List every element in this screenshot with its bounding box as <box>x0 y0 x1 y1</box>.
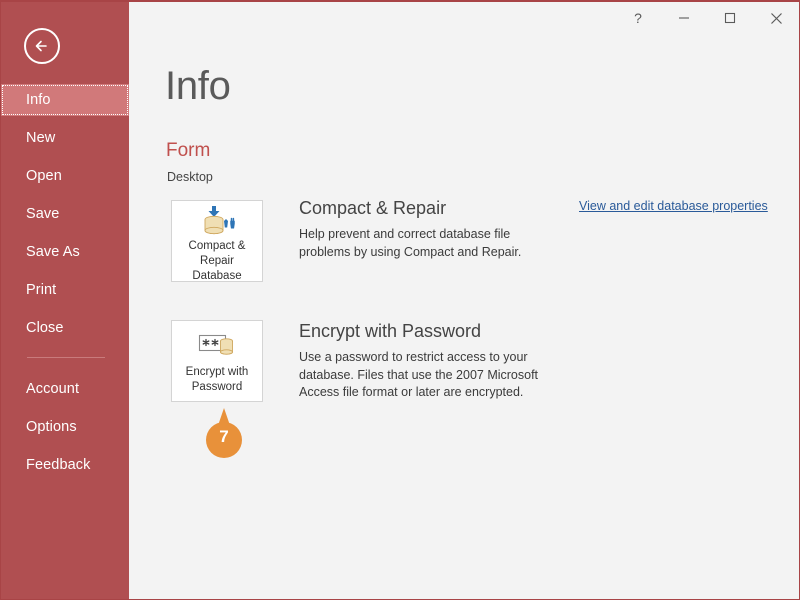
document-name: Form <box>166 140 211 161</box>
sidebar-item-close[interactable]: Close <box>1 312 129 344</box>
sidebar-item-label: Info <box>26 92 51 108</box>
sidebar-item-info[interactable]: Info <box>1 84 129 116</box>
step-badge: 7 <box>202 408 246 462</box>
sidebar-item-options[interactable]: Options <box>1 411 129 443</box>
tile-label: Encrypt with Password <box>185 366 249 393</box>
sidebar-item-label: Account <box>26 381 80 397</box>
minimize-icon[interactable] <box>671 6 697 30</box>
compact-repair-database-tile[interactable]: Compact & Repair Database <box>171 200 263 282</box>
backstage-sidebar: Info New Open Save Save As Print Close A… <box>1 2 129 599</box>
document-path: Desktop <box>167 170 213 184</box>
app-window: Info New Open Save Save As Print Close A… <box>0 0 800 600</box>
sidebar-item-save[interactable]: Save <box>1 198 129 230</box>
sidebar-item-save-as[interactable]: Save As <box>1 236 129 268</box>
step-badge-number: 7 <box>219 427 229 446</box>
page-title: Info <box>165 64 231 108</box>
sidebar-item-label: Save <box>26 206 60 222</box>
sidebar-divider <box>27 357 105 358</box>
compact-repair-description: Help prevent and correct database file p… <box>299 227 522 259</box>
sidebar-item-label: Close <box>26 320 64 336</box>
database-compact-repair-icon <box>198 205 236 239</box>
sidebar-item-label: Print <box>26 282 57 298</box>
sidebar-item-print[interactable]: Print <box>1 274 129 306</box>
encrypt-with-password-heading: Encrypt with Password <box>299 321 482 341</box>
help-icon[interactable]: ? <box>625 6 651 30</box>
help-glyph: ? <box>634 10 642 26</box>
password-database-icon <box>197 325 237 365</box>
tile-label: Compact & Repair Database <box>188 240 246 282</box>
back-arrow-icon[interactable] <box>24 28 60 64</box>
sidebar-item-label: New <box>26 130 56 146</box>
view-edit-database-properties-link[interactable]: View and edit database properties <box>579 199 768 213</box>
title-bar: ? <box>129 2 799 36</box>
backstage-main: ? Info Form Desktop View and edit databa… <box>129 2 799 599</box>
encrypt-with-password-description: Use a password to restrict access to you… <box>299 350 539 399</box>
encrypt-with-password-tile[interactable]: Encrypt with Password <box>171 320 263 402</box>
compact-repair-heading: Compact & Repair <box>299 198 447 218</box>
sidebar-item-label: Open <box>26 168 62 184</box>
sidebar-item-label: Options <box>26 419 77 435</box>
maximize-icon[interactable] <box>717 6 743 30</box>
close-icon[interactable] <box>763 6 789 30</box>
sidebar-item-label: Save As <box>26 244 80 260</box>
sidebar-item-feedback[interactable]: Feedback <box>1 449 129 481</box>
sidebar-item-open[interactable]: Open <box>1 160 129 192</box>
sidebar-item-new[interactable]: New <box>1 122 129 154</box>
sidebar-item-label: Feedback <box>26 457 91 473</box>
sidebar-item-account[interactable]: Account <box>1 373 129 405</box>
